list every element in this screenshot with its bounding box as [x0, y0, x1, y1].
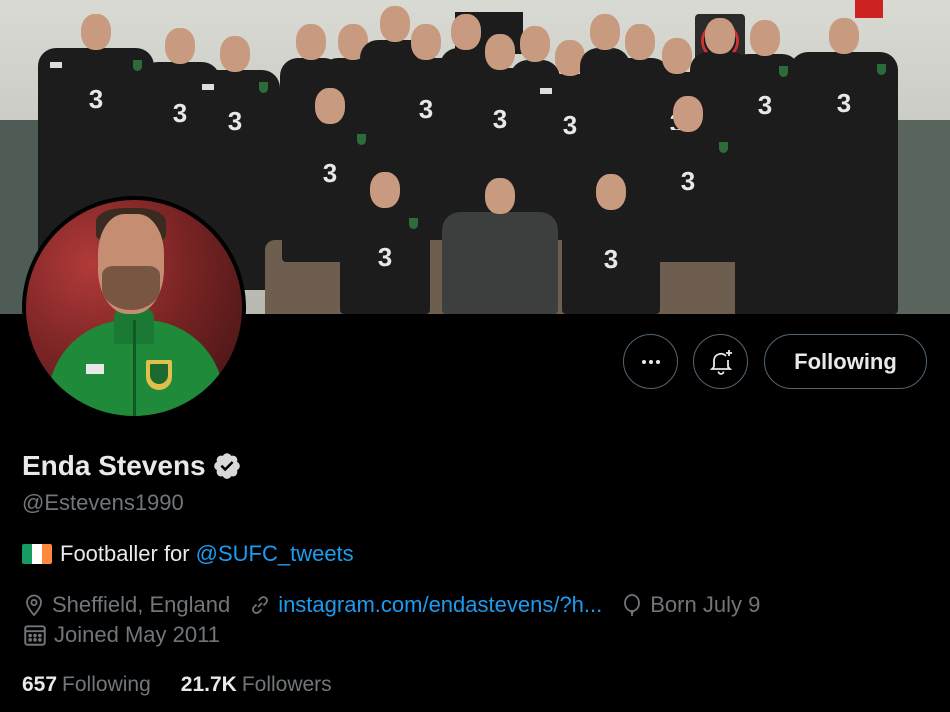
more-button[interactable] — [623, 334, 678, 389]
following-label: Following — [62, 673, 151, 696]
more-icon — [641, 359, 660, 364]
wall-sign — [855, 0, 883, 18]
bell-plus-icon — [709, 349, 732, 375]
ireland-flag-icon — [22, 544, 52, 564]
following-button[interactable]: Following — [764, 334, 927, 389]
followers-stat-link[interactable]: 21.7K Followers — [181, 673, 332, 697]
team-member: 3 — [340, 172, 430, 314]
profile-name-row: Enda Stevens — [22, 450, 242, 482]
profile-avatar[interactable] — [22, 196, 246, 420]
avatar-photo — [26, 200, 242, 416]
following-stat-link[interactable]: 657 Following — [22, 673, 151, 697]
location-pin-icon — [26, 594, 42, 617]
birthday-text: Born July 9 — [650, 592, 761, 617]
website-link[interactable]: instagram.com/endastevens/?h... — [278, 592, 602, 618]
link-icon — [252, 596, 269, 614]
profile-stats: 657 Following 21.7K Followers — [22, 673, 362, 697]
profile-bio: Footballer for @SUFC_tweets — [22, 541, 354, 567]
calendar-icon — [24, 625, 46, 646]
team-member — [442, 178, 558, 314]
bio-text: Footballer for — [60, 541, 190, 566]
joined-item: Joined May 2011 — [22, 622, 220, 648]
followers-count: 21.7K — [180, 673, 237, 696]
following-count: 657 — [22, 673, 58, 696]
profile-meta: Sheffield, England instagram.com/endaste… — [22, 592, 778, 618]
team-member: 3 — [636, 96, 740, 262]
team-member: 3 — [790, 18, 898, 314]
profile-meta-joined: Joined May 2011 — [22, 622, 238, 648]
notifications-button[interactable] — [693, 334, 748, 389]
location-item: Sheffield, England — [22, 592, 230, 618]
website-item: instagram.com/endastevens/?h... — [248, 592, 602, 618]
profile-name: Enda Stevens — [22, 450, 206, 481]
joined-text: Joined May 2011 — [54, 622, 220, 647]
verified-badge-icon[interactable] — [212, 451, 242, 481]
balloon-icon — [624, 594, 641, 616]
followers-label: Followers — [241, 673, 332, 696]
profile-handle: @Estevens1990 — [22, 490, 184, 515]
location-text: Sheffield, England — [52, 592, 231, 617]
birthday-item: Born July 9 — [620, 592, 760, 618]
bio-mention-link[interactable]: @SUFC_tweets — [196, 541, 354, 567]
